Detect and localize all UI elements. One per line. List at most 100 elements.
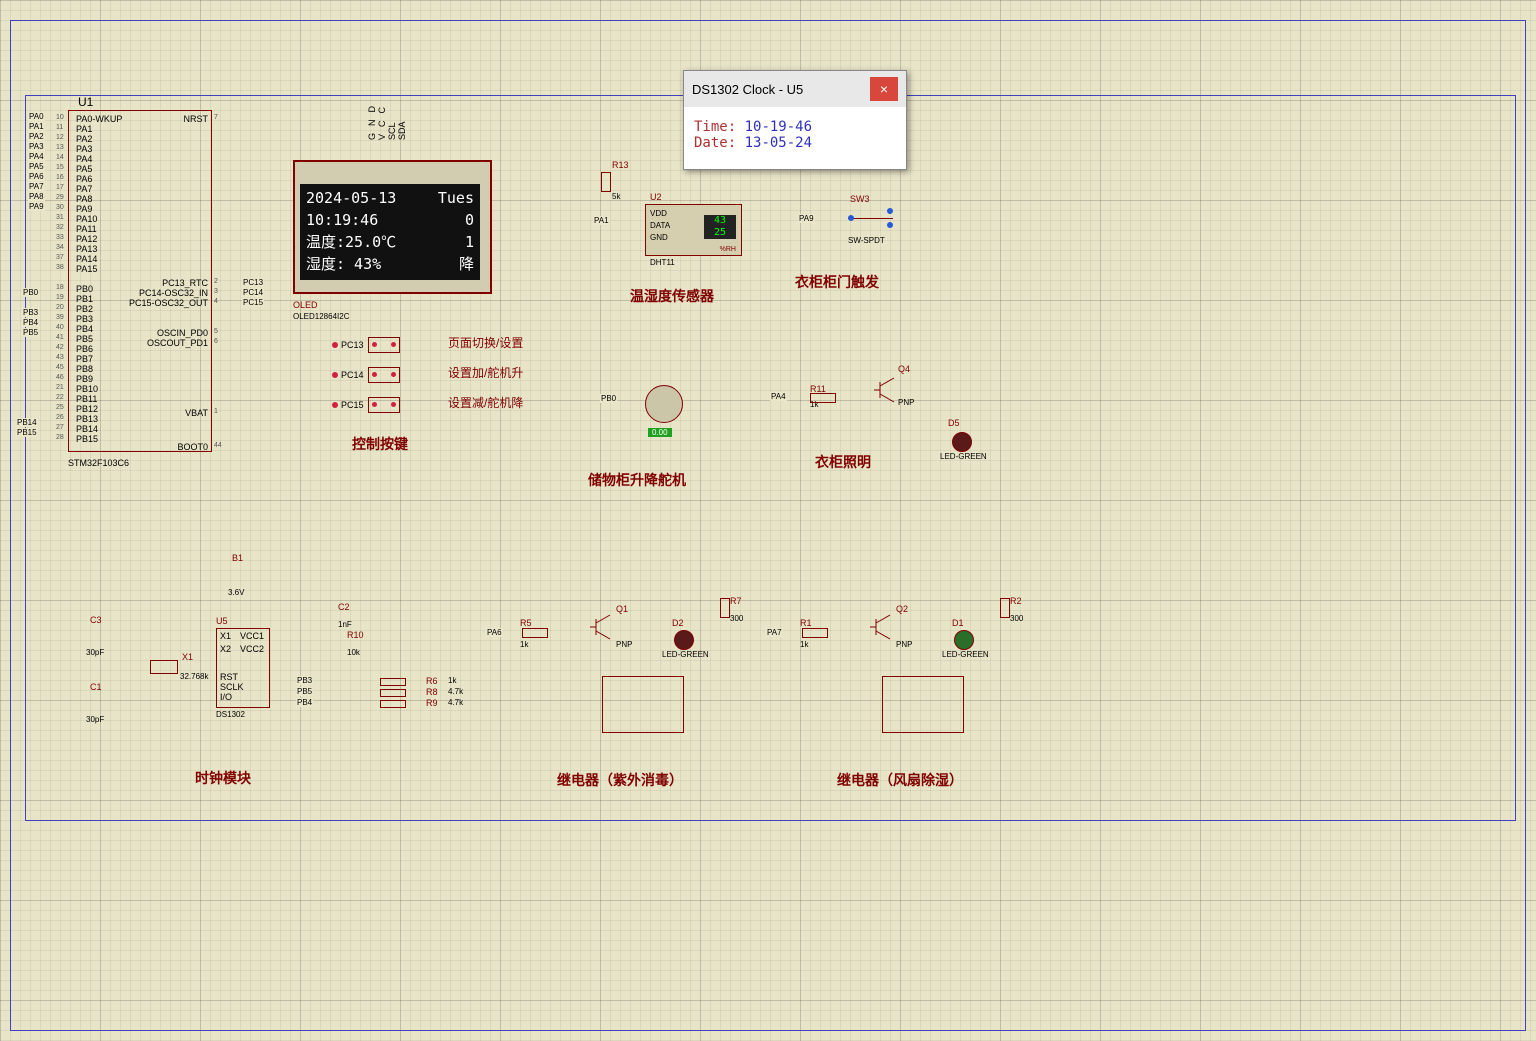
q4-ref: Q4 — [898, 364, 910, 374]
mcu-pin-PB10: PB10 — [76, 384, 98, 394]
mcu-pin-PA6: PA6 — [76, 174, 92, 184]
clock-r-val: 1k — [448, 676, 456, 685]
popup-time-key: Time: — [694, 119, 736, 135]
popup-time-val: 10-19-46 — [745, 119, 812, 135]
dht-unit: %RH — [720, 246, 736, 253]
led-d1[interactable] — [954, 630, 974, 650]
oled-l2r: 0 — [465, 209, 474, 231]
mcu-pin-PB15: PB15 — [76, 434, 98, 444]
mcu-pin-num: 12 — [56, 134, 64, 141]
mcu-rpin-num: 2 — [214, 278, 218, 285]
servo-motor[interactable] — [645, 385, 683, 423]
btn-net-0: PC13 — [341, 340, 364, 350]
close-icon[interactable]: × — [870, 77, 898, 101]
mcu-rpin-num: 4 — [214, 298, 218, 305]
d1-part: LED-GREEN — [942, 650, 989, 659]
c1-val: 30pF — [86, 715, 104, 724]
light-net: PA4 — [770, 392, 787, 401]
led-d2[interactable] — [674, 630, 694, 650]
transistor-q2[interactable] — [870, 615, 894, 639]
relay-uv-coil[interactable] — [602, 676, 684, 733]
button-row-2[interactable]: PC14 — [332, 366, 404, 384]
transistor-q4[interactable] — [874, 378, 898, 402]
dht-readout: 4325 — [704, 215, 736, 239]
clock-resistor[interactable] — [380, 700, 406, 708]
mcu-pin-num: 29 — [56, 194, 64, 201]
mcu-pin-PB2: PB2 — [76, 304, 93, 314]
mcu-pin-num: 25 — [56, 404, 64, 411]
d2-ref: D2 — [672, 618, 684, 628]
relay-fan-coil[interactable] — [882, 676, 964, 733]
clock-r-ref: R6 — [426, 676, 438, 686]
u5-p-vcc2: VCC2 — [240, 644, 264, 654]
mcu-pin-num: 20 — [56, 304, 64, 311]
spdt-switch[interactable] — [848, 206, 893, 232]
x1-ref: X1 — [182, 652, 193, 662]
popup-date-key: Date: — [694, 135, 736, 151]
mcu-pin-PA10: PA10 — [76, 214, 97, 224]
sw3-part: SW-SPDT — [848, 236, 885, 245]
mcu-rpin-PC13_RTC: PC13_RTC — [128, 278, 208, 288]
popup-titlebar[interactable]: DS1302 Clock - U5 × — [684, 71, 906, 107]
r5[interactable] — [522, 628, 548, 638]
mcu-pin-num: 41 — [56, 334, 64, 341]
mcu-rpin-OSCOUT_PD1: OSCOUT_PD1 — [128, 338, 208, 348]
mcu-pin-num: 22 — [56, 394, 64, 401]
button-row-1[interactable]: PC13 — [332, 336, 404, 354]
mcu-pin-num: 46 — [56, 374, 64, 381]
ds1302-popup[interactable]: DS1302 Clock - U5 × Time: 10-19-46 Date:… — [683, 70, 907, 170]
transistor-q1[interactable] — [590, 615, 614, 639]
u5-ref: U5 — [216, 616, 228, 626]
module-servo: 储物柜升降舵机 — [588, 470, 686, 490]
btn-lbl-1: 设置加/舵机升 — [448, 364, 523, 381]
mcu-pin-PA14: PA14 — [76, 254, 97, 264]
popup-body: Time: 10-19-46 Date: 13-05-24 — [684, 107, 906, 169]
dht-pin-vdd: VDD — [650, 209, 667, 218]
dht11-body[interactable]: VDD DATA GND 4325 %RH — [645, 204, 742, 256]
net-pa9: PA9 — [28, 202, 45, 211]
oled-pin-sda: SDA — [397, 121, 407, 140]
module-clock: 时钟模块 — [195, 768, 251, 788]
clock-resistor[interactable] — [380, 678, 406, 686]
spdt-net: PA9 — [798, 214, 815, 223]
net-pa6: PA6 — [28, 172, 45, 181]
mcu-pin-num: 14 — [56, 154, 64, 161]
mcu-pin-num: 17 — [56, 184, 64, 191]
b1-val: 3.6V — [228, 588, 244, 597]
led-d5[interactable] — [952, 432, 972, 452]
dht-pin-gnd: GND — [650, 233, 668, 242]
net-pa4: PA4 — [28, 152, 45, 161]
mcu-pin-num: 43 — [56, 354, 64, 361]
r2[interactable] — [1000, 598, 1010, 618]
clock-resistor[interactable] — [380, 689, 406, 697]
r1-ref: R1 — [800, 618, 812, 628]
mcu-pin-PB14: PB14 — [76, 424, 98, 434]
mcu-pin-PB4: PB4 — [76, 324, 93, 334]
clock-r-ref: R9 — [426, 698, 438, 708]
relay-fan-block: PA7 R1 1k Q2 PNP R2 300 D1 LED-GREEN 继电器… — [770, 590, 1030, 770]
mcu-ref: U1 — [78, 95, 93, 109]
mcu-pin-num: 39 — [56, 314, 64, 321]
r1[interactable] — [802, 628, 828, 638]
mcu-pin-PB8: PB8 — [76, 364, 93, 374]
r13-body[interactable] — [601, 172, 611, 192]
r11[interactable] — [810, 393, 836, 403]
mcu-pin-PB6: PB6 — [76, 344, 93, 354]
button-row-3[interactable]: PC15 — [332, 396, 404, 414]
c3-ref: C3 — [90, 615, 102, 625]
crystal-x1[interactable] — [150, 660, 178, 674]
clock-r-val: 4.7k — [448, 687, 463, 696]
mcu-pin-num: 27 — [56, 424, 64, 431]
net-pb4: PB4 — [22, 318, 39, 327]
mcu-pin-num: 10 — [56, 114, 64, 121]
mcu-pin-num: 21 — [56, 384, 64, 391]
oled-pin-vcc: VCC — [377, 100, 387, 140]
r5-ref: R5 — [520, 618, 532, 628]
push-button-icon — [368, 337, 400, 353]
c2-ref: C2 — [338, 602, 350, 612]
oled-l2l: 10:19:46 — [306, 209, 378, 231]
r7[interactable] — [720, 598, 730, 618]
mcu-pin-num: 28 — [56, 434, 64, 441]
proteus-canvas[interactable]: { "mcu": { "ref": "U1", "part": "STM32F1… — [0, 0, 1536, 1041]
servo-net: PB0 — [600, 394, 617, 403]
